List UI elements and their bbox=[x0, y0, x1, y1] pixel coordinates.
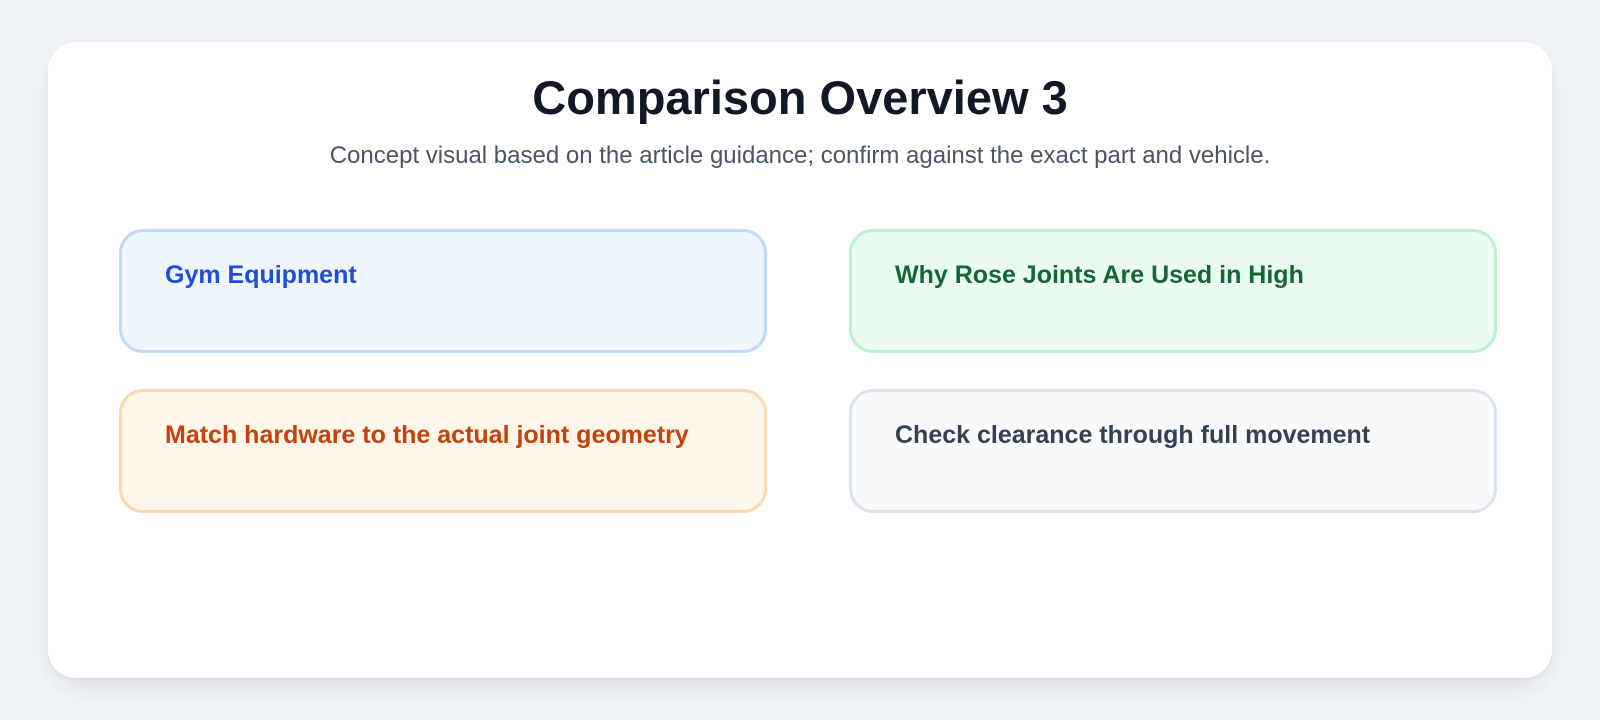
panel-label: Why Rose Joints Are Used in High bbox=[895, 261, 1304, 289]
panel-label: Gym Equipment bbox=[165, 261, 357, 289]
panel-label: Match hardware to the actual joint geome… bbox=[165, 421, 689, 449]
overview-card: Comparison Overview 3 Concept visual bas… bbox=[48, 42, 1552, 678]
panel-label: Check clearance through full movement bbox=[895, 421, 1371, 449]
panel-gym-equipment: Gym Equipment bbox=[119, 229, 767, 353]
page-title: Comparison Overview 3 bbox=[532, 71, 1068, 124]
page-subtitle: Concept visual based on the article guid… bbox=[329, 142, 1271, 169]
panel-rose-joints: Why Rose Joints Are Used in High bbox=[849, 229, 1497, 353]
panel-check-clearance: Check clearance through full movement bbox=[849, 389, 1497, 513]
panel-match-hardware: Match hardware to the actual joint geome… bbox=[119, 389, 767, 513]
